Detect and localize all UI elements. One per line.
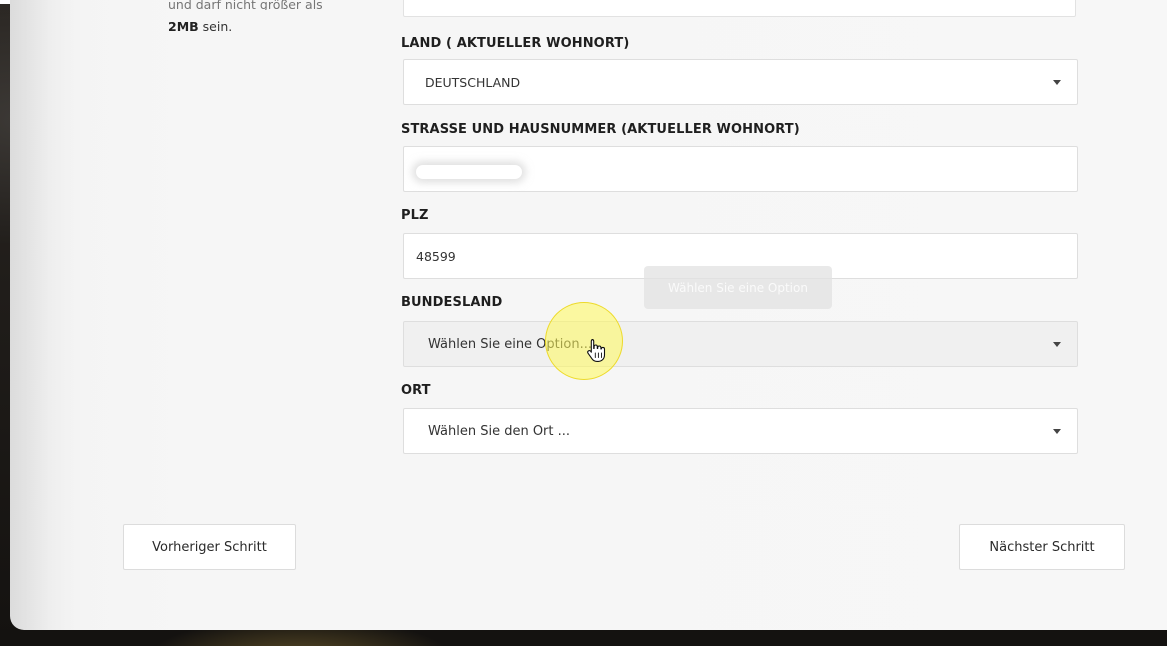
upload-hint-size-bold: 2MB [168,19,199,34]
previous-field[interactable] [403,0,1076,17]
upload-hint-size: 2MB sein. [168,18,368,36]
upload-hint-size-rest: sein. [198,19,233,34]
strasse-label: STRASSE UND HAUSNUMMER (AKTUELLER WOHNOR… [401,122,800,137]
land-select[interactable]: DEUTSCHLAND [403,59,1078,105]
ort-placeholder: Wählen Sie den Ort ... [428,423,571,439]
chevron-down-icon [1053,342,1061,347]
bundesland-label: BUNDESLAND [401,295,503,310]
land-select-value: DEUTSCHLAND [425,74,521,90]
next-step-button[interactable]: Nächster Schritt [959,524,1125,570]
card-shadow [10,0,78,630]
upload-hint-cut-line: und darf nicht größer als [168,0,323,10]
bundesland-tooltip: Wählen Sie eine Option [644,266,832,309]
land-label: LAND ( AKTUELLER WOHNORT) [401,36,630,51]
plz-input-value: 48599 [416,248,456,264]
ort-select[interactable]: Wählen Sie den Ort ... [403,408,1078,454]
redacted-street-value [416,165,522,179]
bundesland-select[interactable]: Wählen Sie eine Option... [403,321,1078,367]
strasse-input[interactable] [403,146,1078,192]
plz-label: PLZ [401,208,429,223]
previous-step-button[interactable]: Vorheriger Schritt [123,524,296,570]
ort-label: ORT [401,383,431,398]
chevron-down-icon [1053,429,1061,434]
bundesland-placeholder: Wählen Sie eine Option... [428,336,592,352]
upload-hint: und darf nicht größer als 2MB sein. [168,0,368,36]
chevron-down-icon [1053,80,1061,85]
